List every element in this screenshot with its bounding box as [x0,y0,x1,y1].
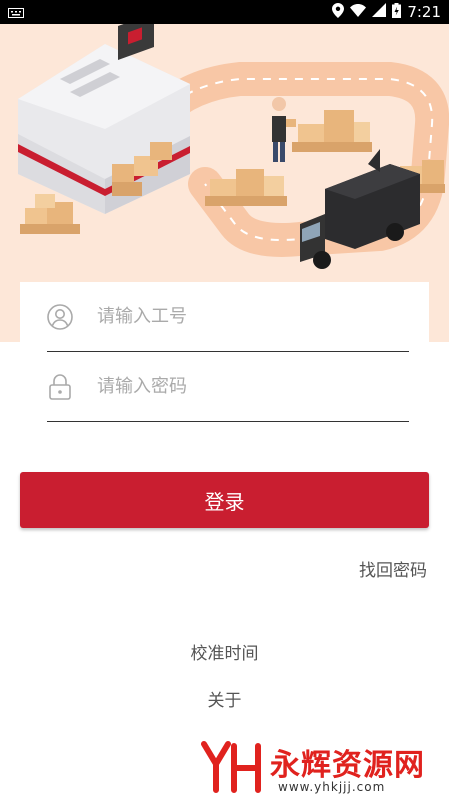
wifi-icon [350,3,367,21]
signal-icon [372,3,387,21]
username-input[interactable] [97,306,377,327]
keyboard-icon [8,3,24,22]
location-icon [332,2,345,22]
forgot-password-link[interactable]: 找回密码 [359,556,427,581]
password-field [47,352,409,422]
password-input[interactable] [97,376,377,397]
watermark-name: 永辉资源网 [270,748,425,783]
calibrate-time-link[interactable]: 校准时间 [0,639,449,664]
watermark-logo-icon [201,741,261,793]
status-time: 7:21 [407,3,441,21]
login-card [20,282,429,432]
lock-icon [47,373,73,400]
watermark-url: www.yhkjjj.com [278,780,386,794]
watermark: 永辉资源网 www.yhkjjj.com [200,740,440,796]
login-button[interactable]: 登录 [20,472,429,528]
user-icon [47,303,73,330]
about-link[interactable]: 关于 [0,686,449,711]
status-bar: 7:21 [0,0,449,24]
username-field [47,282,409,352]
battery-icon [392,2,402,22]
